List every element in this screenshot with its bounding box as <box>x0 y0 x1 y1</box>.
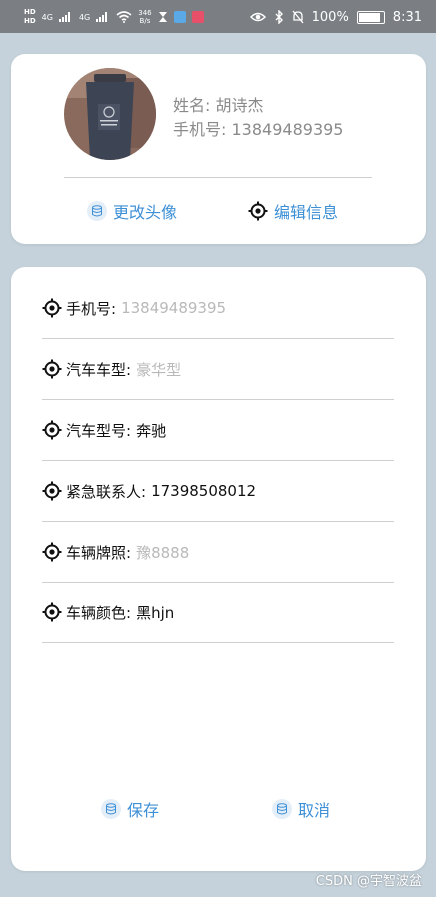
save-label: 保存 <box>127 801 160 820</box>
name-label: 姓名: <box>173 96 211 115</box>
change-avatar-label: 更改头像 <box>113 203 178 222</box>
field-car-color[interactable]: 车辆颜色: 黑hjn <box>42 582 394 643</box>
field-label: 车辆颜色: <box>66 603 132 622</box>
target-icon <box>42 420 62 440</box>
edit-info-button[interactable]: 编辑信息 <box>248 199 338 223</box>
status-bar: HD HD 4G 4G 346 B/s 100% 8:31 <box>0 0 436 33</box>
field-car-model[interactable]: 汽车型号: 奔驰 <box>42 400 394 461</box>
status-right: 100% 8:31 <box>249 6 422 28</box>
hourglass-icon <box>158 12 167 22</box>
database-icon <box>87 201 107 221</box>
field-value: 黑hjn <box>136 603 175 622</box>
profile-card: 姓名: 胡诗杰 手机号: 13849489395 更改头像 编辑信息 <box>11 54 426 244</box>
app-notification-icon-2 <box>191 11 204 23</box>
database-icon <box>101 799 121 819</box>
clock: 8:31 <box>392 9 422 25</box>
edit-info-label: 编辑信息 <box>274 203 339 222</box>
eye-icon <box>249 12 266 22</box>
mute-icon <box>292 10 304 24</box>
field-value: 奔驰 <box>136 421 167 440</box>
phone-value: 13849489395 <box>231 120 344 139</box>
name-value: 胡诗杰 <box>215 96 264 115</box>
speed-value: 346 <box>138 9 152 17</box>
signal-icon <box>58 12 73 22</box>
watermark: CSDN @宇智波盆 <box>315 874 422 889</box>
battery-percent: 100% <box>311 9 349 25</box>
net-label-2: 4G <box>78 12 91 22</box>
network-speed: 346 B/s <box>138 9 151 25</box>
signal-icon-2 <box>96 12 110 22</box>
target-icon <box>248 201 268 221</box>
field-label: 紧急联系人: <box>66 482 147 501</box>
change-avatar-button[interactable]: 更改头像 <box>87 199 177 223</box>
avatar[interactable] <box>64 68 156 160</box>
bluetooth-icon <box>275 10 283 24</box>
battery-icon <box>356 10 385 24</box>
hd-bottom: HD <box>24 17 36 25</box>
field-label: 车辆牌照: <box>66 543 132 562</box>
wifi-icon <box>116 11 132 23</box>
profile-info: 姓名: 胡诗杰 手机号: 13849489395 <box>173 94 343 142</box>
phone-label: 手机号: <box>173 120 227 139</box>
profile-name-row: 姓名: 胡诗杰 <box>173 94 343 118</box>
details-card: 手机号: 13849489395 汽车车型: 豪华型 汽车型号: 奔驰 紧急联系… <box>11 267 426 871</box>
field-value: 13849489395 <box>121 299 227 317</box>
field-value: 17398508012 <box>151 482 257 500</box>
target-icon <box>42 359 62 379</box>
field-label: 汽车车型: <box>66 360 132 379</box>
field-value: 豫8888 <box>136 543 190 562</box>
field-phone[interactable]: 手机号: 13849489395 <box>42 278 394 339</box>
target-icon <box>42 542 62 562</box>
target-icon <box>42 481 62 501</box>
field-label: 汽车型号: <box>66 421 132 440</box>
hd-top: HD <box>24 8 36 16</box>
field-car-type[interactable]: 汽车车型: 豪华型 <box>42 339 394 400</box>
field-value: 豪华型 <box>136 360 182 379</box>
app-notification-icon <box>173 11 186 23</box>
field-license-plate[interactable]: 车辆牌照: 豫8888 <box>42 522 394 583</box>
profile-phone-row: 手机号: 13849489395 <box>173 118 343 142</box>
field-label: 手机号: <box>66 299 117 318</box>
avatar-image <box>64 68 156 160</box>
field-emergency-contact[interactable]: 紧急联系人: 17398508012 <box>42 461 394 522</box>
profile-divider <box>64 177 372 178</box>
database-icon <box>272 799 292 819</box>
net-label-1: 4G <box>41 12 53 22</box>
cancel-label: 取消 <box>298 801 331 820</box>
save-button[interactable]: 保存 <box>101 797 159 821</box>
hd-indicator: HD HD <box>24 8 36 26</box>
target-icon <box>42 602 62 622</box>
speed-unit: B/s <box>139 17 151 25</box>
target-icon <box>42 298 62 318</box>
status-left: HD HD 4G 4G 346 B/s <box>24 6 204 28</box>
cancel-button[interactable]: 取消 <box>272 797 330 821</box>
